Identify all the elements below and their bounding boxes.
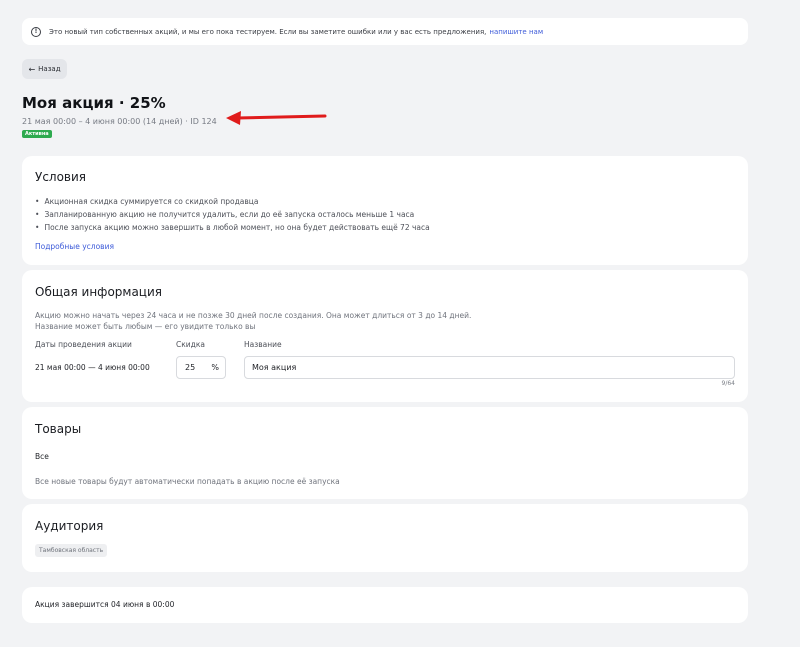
status-badge: Активна bbox=[22, 130, 52, 138]
condition-item: Запланированную акцию не получится удали… bbox=[35, 208, 430, 221]
products-note: Все новые товары будут автоматически поп… bbox=[35, 477, 340, 486]
description-line: Акцию можно начать через 24 часа и не по… bbox=[35, 311, 472, 320]
dates-label: Даты проведения акции bbox=[35, 340, 132, 349]
discount-input[interactable]: 25 % bbox=[176, 356, 226, 379]
feedback-link[interactable]: напишите нам bbox=[489, 28, 543, 36]
products-title: Товары bbox=[35, 422, 82, 436]
condition-item: Акционная скидка суммируется со скидкой … bbox=[35, 195, 430, 208]
condition-item: После запуска акцию можно завершить в лю… bbox=[35, 221, 429, 234]
audience-title: Аудитория bbox=[35, 519, 104, 533]
products-card: Товары Все Все новые товары будут автома… bbox=[22, 407, 748, 499]
char-counter: 9/64 bbox=[721, 380, 735, 387]
end-date-text: Акция завершится 04 июня в 00:00 bbox=[35, 600, 175, 609]
dates-value: 21 мая 00:00 — 4 июня 00:00 bbox=[35, 363, 150, 372]
products-scope: Все bbox=[35, 452, 49, 461]
end-info-card: Акция завершится 04 июня в 00:00 bbox=[22, 587, 748, 623]
conditions-list: Акционная скидка суммируется со скидкой … bbox=[35, 195, 430, 234]
back-button[interactable]: ← Назад bbox=[22, 59, 67, 79]
general-info-title: Общая информация bbox=[35, 285, 162, 299]
info-banner: ! Это новый тип собственных акций, и мы … bbox=[22, 18, 748, 45]
info-icon: ! bbox=[31, 26, 41, 37]
back-button-label: Назад bbox=[38, 65, 61, 73]
conditions-card: Условия Акционная скидка суммируется со … bbox=[22, 156, 748, 265]
conditions-title: Условия bbox=[35, 170, 87, 184]
promo-name-value: Моя акция bbox=[252, 363, 297, 372]
discount-value: 25 bbox=[185, 363, 196, 372]
audience-card: Аудитория Тамбовская область bbox=[22, 504, 748, 572]
general-info-description: Акцию можно начать через 24 часа и не по… bbox=[35, 310, 471, 332]
percent-sign: % bbox=[211, 363, 219, 372]
general-info-card: Общая информация Акцию можно начать чере… bbox=[22, 270, 748, 402]
region-chip: Тамбовская область bbox=[35, 544, 108, 557]
page-title: Моя акция · 25% bbox=[22, 94, 166, 112]
detailed-conditions-link[interactable]: Подробные условия bbox=[35, 242, 114, 251]
promo-meta: 21 мая 00:00 – 4 июня 00:00 (14 дней) · … bbox=[22, 117, 217, 126]
discount-label: Скидка bbox=[176, 340, 205, 349]
promo-name-input[interactable]: Моя акция bbox=[244, 356, 735, 379]
red-arrow-annotation bbox=[226, 111, 327, 125]
info-banner-text: Это новый тип собственных акций, и мы ег… bbox=[49, 27, 487, 36]
name-label: Название bbox=[244, 340, 282, 349]
arrow-left-icon: ← bbox=[28, 64, 36, 74]
description-line: Название может быть любым — его увидите … bbox=[35, 322, 256, 331]
